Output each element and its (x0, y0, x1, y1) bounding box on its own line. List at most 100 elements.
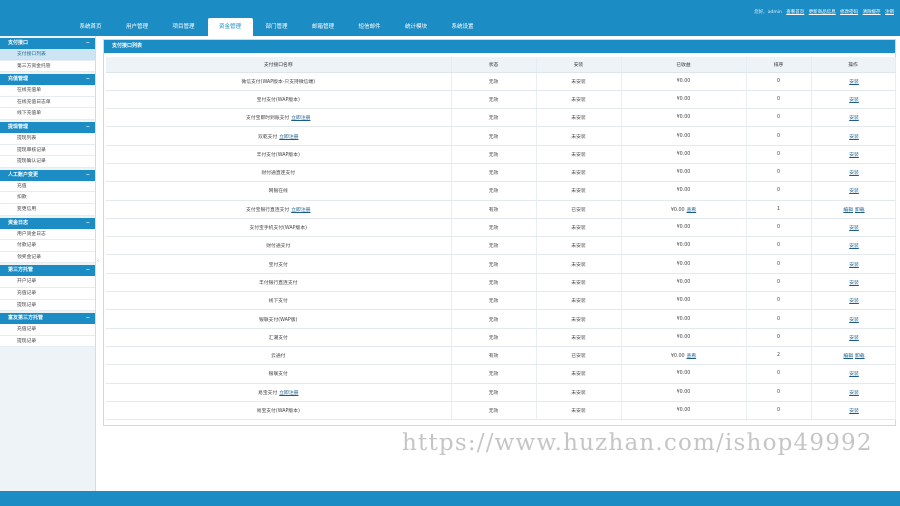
nav-item[interactable]: 项目管理 (161, 18, 206, 36)
cell-sort: 0 (746, 108, 812, 128)
action-link[interactable]: 安装 (849, 116, 859, 121)
install-text: 未安装 (571, 226, 586, 232)
view-link[interactable]: 查看 (687, 354, 697, 359)
sidebar-group-header[interactable]: 资金日志 − (0, 217, 95, 229)
register-link[interactable]: 立即注册 (291, 208, 310, 213)
header-link-home[interactable]: 查看首页 (786, 10, 804, 15)
table-row: 丰付支付(WAP版本) 无效 未安装 ¥0.00 0 安装 (106, 145, 896, 164)
action-link[interactable]: 安装 (849, 318, 859, 323)
nav-item[interactable]: 资金管理 (207, 18, 253, 36)
register-link[interactable]: 立即注册 (279, 391, 298, 396)
sidebar-item[interactable]: 支付接口列表 (0, 49, 95, 61)
view-link[interactable]: 查看 (687, 208, 697, 213)
status-text: 无效 (488, 189, 499, 195)
nav-item[interactable]: 部门管理 (254, 18, 299, 36)
sidebar-item[interactable]: 第三方资金托管 (0, 60, 95, 73)
register-link[interactable]: 立即注册 (279, 135, 298, 140)
collapse-icon[interactable]: − (86, 74, 90, 85)
action-link[interactable]: 安装 (849, 171, 859, 176)
header-link-change-password[interactable]: 修改密码 (840, 10, 858, 15)
cell-install: 未安装 (536, 236, 622, 256)
register-link[interactable]: 立即注册 (291, 116, 310, 121)
sidebar-item[interactable]: 充值 (0, 180, 95, 193)
cell-actions: 安装 (811, 273, 896, 293)
sidebar-group-header[interactable]: 提现管理 − (0, 121, 95, 133)
sidebar-item[interactable]: 领奖金记录 (0, 251, 95, 264)
action-link[interactable]: 安装 (849, 391, 859, 396)
cell-earnings: ¥0.00 查看 (621, 200, 747, 219)
sidebar-collapse-icon[interactable]: ‹ (96, 258, 100, 268)
action-link[interactable]: 安装 (849, 281, 859, 286)
sidebar-group-header[interactable]: 支付接口 − (0, 38, 95, 49)
cell-sort: 0 (746, 328, 812, 347)
sidebar-item[interactable]: 提现记录 (0, 299, 95, 312)
action-link[interactable]: 安装 (849, 135, 859, 140)
nav-item[interactable]: 统计模块 (394, 18, 439, 36)
collapse-icon[interactable]: − (86, 313, 90, 324)
sidebar-group-header[interactable]: 充值管理 − (0, 74, 95, 86)
sidebar-item[interactable]: 变更信用 (0, 203, 95, 216)
table-body: 微信支付(WAP版本-只支持微信端) 无效 未安装 ¥0.00 0 安装 宝付支付(WAP版… (106, 72, 896, 421)
action-link[interactable]: 安装 (849, 80, 859, 85)
collapse-icon[interactable]: − (86, 265, 90, 276)
header-link-clear-cache[interactable]: 清除缓存 (863, 10, 881, 15)
header-link-logout[interactable]: 注销 (885, 10, 894, 15)
sidebar-group-header[interactable]: 第三方托管 − (0, 265, 95, 277)
sidebar-item[interactable]: 充值记录 (0, 287, 95, 300)
cell-earnings: ¥0.00 (621, 291, 747, 311)
action-link[interactable]: 安装 (849, 244, 859, 249)
sidebar-item[interactable]: 付款记录 (0, 240, 95, 252)
sidebar-item[interactable]: 开户记录 (0, 276, 95, 288)
payment-name: 财付通直连支付 (261, 171, 296, 177)
sidebar-item[interactable]: 充值记录 (0, 324, 95, 336)
action-link[interactable]: 卸载 (855, 208, 865, 213)
action-link[interactable]: 编辑 (843, 354, 853, 359)
nav-item[interactable]: 用户管理 (115, 18, 160, 36)
sidebar-item[interactable]: 提现列表 (0, 132, 95, 145)
earnings-value: ¥0.00 (676, 279, 691, 285)
status-text: 无效 (488, 226, 499, 232)
cell-earnings: ¥0.00 (621, 254, 747, 274)
sidebar-item[interactable]: 提现记录 (0, 335, 95, 348)
action-link[interactable]: 安装 (849, 263, 859, 268)
nav-item[interactable]: 系统首页 (68, 18, 113, 36)
header-link-update-goods[interactable]: 更新商品信息 (809, 10, 836, 15)
collapse-icon[interactable]: − (86, 122, 90, 133)
cell-install: 未安装 (536, 108, 622, 128)
nav-item[interactable]: 邮箱管理 (301, 18, 346, 36)
nav-item[interactable]: 短信邮件 (347, 18, 392, 36)
action-link[interactable]: 安装 (849, 336, 859, 341)
action-link[interactable]: 安装 (849, 226, 859, 231)
sidebar-item[interactable]: 提现审核记录 (0, 144, 95, 157)
status-text: 无效 (488, 317, 499, 323)
sidebar-item[interactable]: 扣款 (0, 192, 95, 204)
sidebar-item[interactable]: 用户资金日志 (0, 228, 95, 241)
sidebar-item[interactable]: 提现确认记录 (0, 156, 95, 168)
sidebar-item[interactable]: 线下充值单 (0, 108, 95, 120)
action-link[interactable]: 安装 (849, 189, 859, 194)
action-link[interactable]: 安装 (849, 299, 859, 304)
table-row: 丰付银行直连支付 无效 未安装 ¥0.00 0 安装 (106, 273, 896, 293)
nav-item[interactable]: 系统设置 (440, 18, 485, 36)
column-header: 操作 (811, 57, 896, 73)
cell-sort: 0 (746, 145, 812, 164)
sidebar-group-header[interactable]: 富友第三方托管 − (0, 313, 95, 325)
cell-name: 汇潮支付 (106, 328, 452, 347)
collapse-icon[interactable]: − (86, 218, 90, 229)
payment-name: 宝付支付 (268, 262, 288, 268)
collapse-icon[interactable]: − (86, 170, 90, 181)
sidebar-item[interactable]: 在线充值单 (0, 85, 95, 97)
action-link[interactable]: 安装 (849, 372, 859, 377)
action-link[interactable]: 安装 (849, 98, 859, 103)
action-link[interactable]: 安装 (849, 409, 859, 414)
cell-status: 无效 (451, 273, 537, 293)
collapse-icon[interactable]: − (86, 38, 90, 49)
action-link[interactable]: 卸载 (855, 354, 865, 359)
cell-actions: 安装 (811, 108, 896, 128)
cell-earnings: ¥0.00 (621, 108, 747, 128)
action-link[interactable]: 编辑 (843, 208, 853, 213)
sidebar-group-header[interactable]: 人工账户变更 − (0, 169, 95, 181)
action-link[interactable]: 安装 (849, 153, 859, 158)
sidebar-item[interactable]: 在线充值日志单 (0, 96, 95, 109)
cell-status: 无效 (451, 291, 537, 311)
